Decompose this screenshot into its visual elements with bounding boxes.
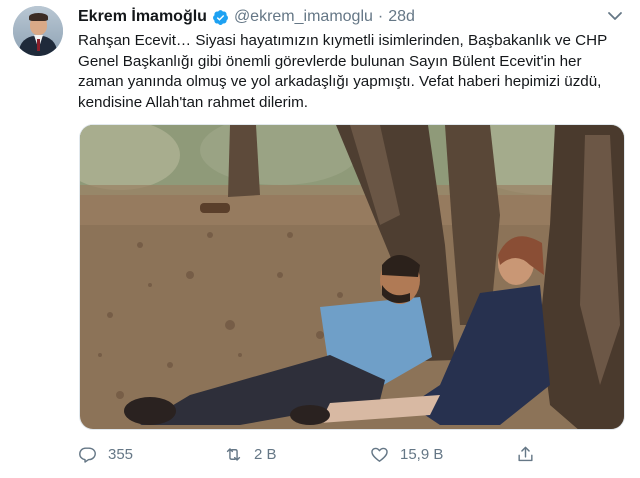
photo-tree-thin <box>228 125 260 197</box>
chevron-down-icon[interactable] <box>606 9 624 23</box>
photo-man-shoe <box>124 397 176 425</box>
photo-log <box>200 203 230 213</box>
tweet-text-line: Rahşan Ecevit… Siyasi hayatımızın kıymet… <box>78 32 608 49</box>
retweet-count: 2 B <box>254 445 277 463</box>
photo-woman-shoe <box>290 405 330 425</box>
photo-scene <box>80 125 624 429</box>
author-handle[interactable]: @ekrem_imamoglu <box>234 8 373 26</box>
author-name[interactable]: Ekrem İmamoğlu <box>78 8 207 26</box>
retweet-button[interactable]: 2 B <box>224 440 277 468</box>
avatar-tie <box>37 39 40 51</box>
like-button[interactable]: 15,9 B <box>370 440 443 468</box>
tweet-actions: 355 2 B 15,9 B <box>0 440 640 468</box>
avatar[interactable] <box>13 6 63 56</box>
tweet-header: Ekrem İmamoğlu @ekrem_imamoglu · 28d <box>78 7 415 27</box>
reply-button[interactable]: 355 <box>78 440 133 468</box>
reply-icon <box>79 446 96 463</box>
avatar-hair <box>29 13 48 21</box>
share-button[interactable] <box>516 440 546 468</box>
photo-ground-haze <box>80 185 624 225</box>
verified-badge-icon <box>212 9 228 25</box>
like-count: 15,9 B <box>400 445 444 463</box>
heart-icon <box>371 447 388 462</box>
tweet-text-line: zaman yanında olmuş ve yol arkadaşlığı y… <box>78 73 602 90</box>
tweet-text-line: kendisine Allah'tan rahmet dilerim. <box>78 93 308 111</box>
tweet-card[interactable]: Ekrem İmamoğlu @ekrem_imamoglu · 28d Rah… <box>0 0 640 478</box>
share-icon <box>518 446 533 461</box>
retweet-icon <box>226 447 241 461</box>
reply-count: 355 <box>108 445 134 463</box>
tweet-text: Rahşan Ecevit… Siyasi hayatımızın kıymet… <box>78 31 633 113</box>
tweet-text-line: Genel Başkanlığı gibi önemli görevlerde … <box>78 52 582 70</box>
tweet-photo[interactable] <box>79 124 625 430</box>
header-separator: · <box>377 8 384 25</box>
tweet-timestamp[interactable]: 28d <box>388 8 415 26</box>
